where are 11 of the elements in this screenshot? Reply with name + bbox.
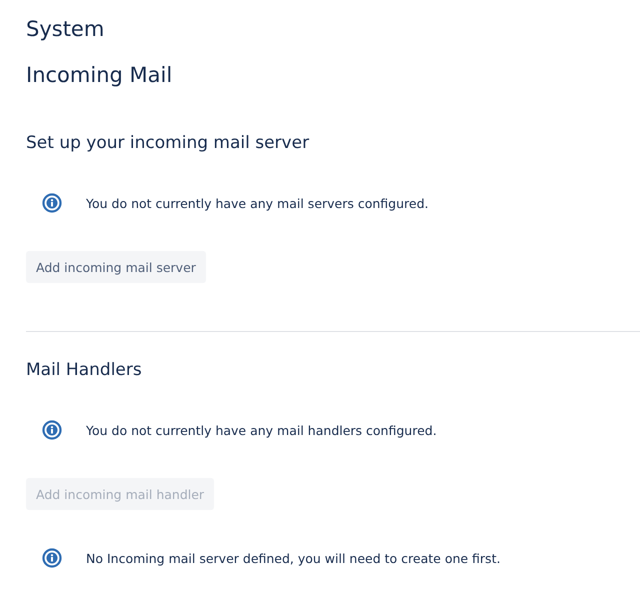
info-message: You do not currently have any mail servers configured. — [86, 196, 428, 210]
add-button[interactable]: Add incoming mail server — [26, 251, 206, 283]
info-icon — [42, 548, 62, 568]
info-message: You do not currently have any mail handlers configured. — [86, 422, 437, 438]
info-icon — [42, 193, 62, 213]
section-heading: Mail Handlers — [26, 359, 143, 382]
page-title: Incoming Mail — [26, 62, 174, 89]
info-icon — [42, 420, 62, 440]
section-title: System — [26, 16, 106, 43]
section-heading: Set up your incoming mail server — [26, 132, 310, 155]
info-message: No Incoming mail server defined, you will need to create one first. — [86, 550, 500, 566]
